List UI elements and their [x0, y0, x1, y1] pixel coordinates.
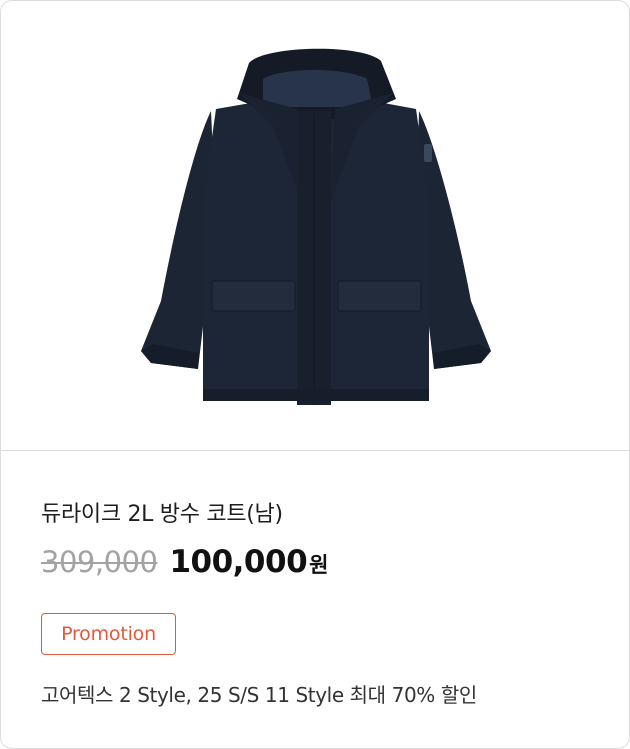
sale-price: 100,000: [169, 544, 308, 580]
coat-image-icon: [141, 48, 491, 405]
currency-unit: 원: [309, 553, 329, 577]
product-name[interactable]: 듀라이크 2L 방수 코트(남): [41, 496, 283, 528]
promotion-badge: Promotion: [41, 613, 176, 655]
original-price: 309,000: [41, 545, 158, 579]
product-image[interactable]: [1, 1, 629, 451]
product-card[interactable]: 듀라이크 2L 방수 코트(남) 309,000 100,000 원 Promo…: [0, 0, 630, 749]
price-row: 309,000 100,000 원: [41, 544, 328, 584]
promotion-description: 고어텍스 2 Style, 25 S/S 11 Style 최대 70% 할인: [41, 683, 477, 707]
